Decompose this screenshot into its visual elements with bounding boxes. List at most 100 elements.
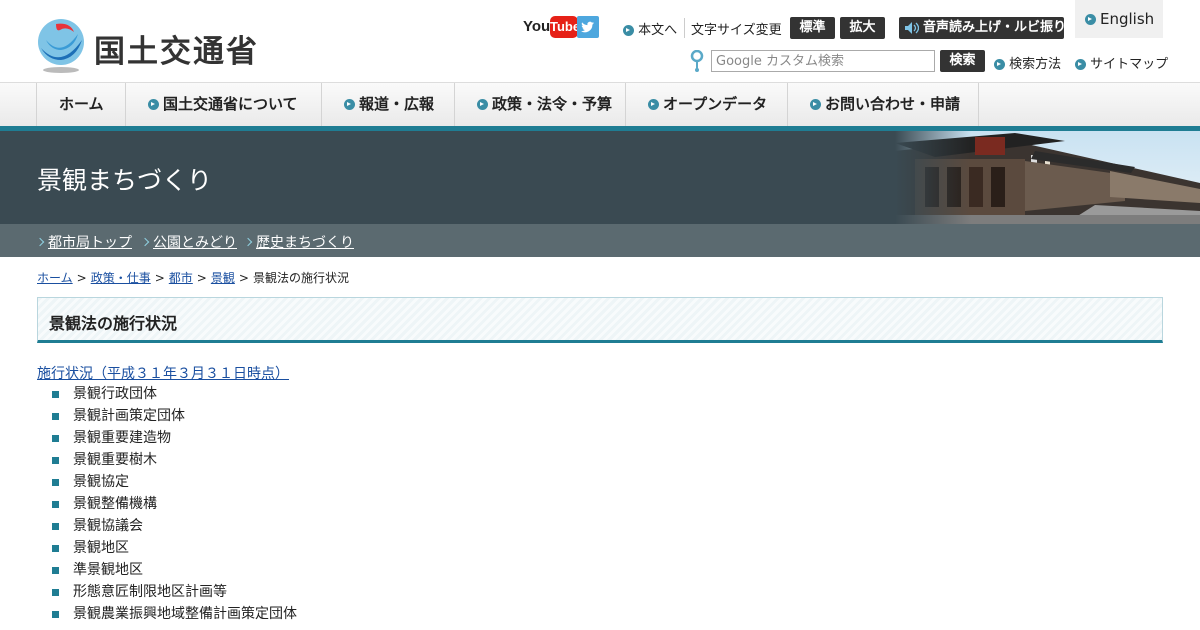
list-item-label: 景観計画策定団体 xyxy=(73,408,185,424)
chevron-right-icon xyxy=(243,237,253,247)
breadcrumb-current: 景観法の施行状況 xyxy=(252,271,349,285)
list-item: 景観計画策定団体 xyxy=(52,405,297,427)
square-bullet-icon xyxy=(52,457,59,464)
english-link[interactable]: English xyxy=(1075,0,1163,38)
skip-to-content-link[interactable]: 本文へ xyxy=(623,19,677,38)
arrow-circle-icon xyxy=(623,25,634,36)
list-item: 景観協定 xyxy=(52,471,297,493)
twitter-icon[interactable] xyxy=(577,16,599,38)
breadcrumb-separator: > xyxy=(196,271,207,285)
square-bullet-icon xyxy=(52,611,59,618)
search-help-link[interactable]: 検索方法 xyxy=(994,53,1061,72)
font-size-large-button[interactable]: 拡大 xyxy=(840,17,885,39)
page-title-box: 景観法の施行状況 xyxy=(37,297,1163,343)
list-item: 形態意匠制限地区計画等 xyxy=(52,581,297,603)
nav-item-press[interactable]: 報道・広報 xyxy=(321,83,454,126)
font-size-standard-button[interactable]: 標準 xyxy=(790,17,835,39)
breadcrumb-separator: > xyxy=(154,271,165,285)
square-bullet-icon xyxy=(52,567,59,574)
breadcrumb-separator: > xyxy=(76,271,87,285)
square-bullet-icon xyxy=(52,391,59,398)
arrow-circle-icon xyxy=(1075,59,1086,70)
square-bullet-icon xyxy=(52,589,59,596)
status-item-list: 景観行政団体 景観計画策定団体 景観重要建造物 景観重要樹木 景観協定 景観整備… xyxy=(52,383,297,625)
subnav-city-bureau-top[interactable]: 都市局トップ xyxy=(35,232,132,252)
list-item: 景観整備機構 xyxy=(52,493,297,515)
list-item-label: 景観整備機構 xyxy=(73,496,157,512)
subnav-label: 都市局トップ xyxy=(48,235,132,251)
list-item: 景観農業振興地域整備計画策定団体 xyxy=(52,603,297,625)
enforcement-status-link[interactable]: 施行状況（平成３１年３月３１日時点） xyxy=(37,363,289,383)
nav-item-home[interactable]: ホーム xyxy=(36,83,125,126)
logo-text: 国土交通省 xyxy=(94,34,259,70)
arrow-circle-icon xyxy=(148,99,159,110)
list-item-label: 景観重要樹木 xyxy=(73,452,157,468)
search-help-label: 検索方法 xyxy=(1009,57,1062,72)
voice-reading-label: 音声読み上げ・ルビ振り xyxy=(923,20,1067,35)
mlit-logo[interactable]: 国土交通省 xyxy=(36,18,266,74)
list-item-label: 景観協議会 xyxy=(73,518,143,534)
mlit-logo-mark-icon xyxy=(38,19,84,73)
subnav-historic-town[interactable]: 歴史まちづくり xyxy=(243,232,354,252)
list-item: 景観行政団体 xyxy=(52,383,297,405)
list-item: 景観地区 xyxy=(52,537,297,559)
voice-reading-button[interactable]: 音声読み上げ・ルビ振り xyxy=(899,17,1067,39)
site-header: 国土交通省 You Tube 本文へ 文字サイズ変更 標準 拡大 音声読み上げ・… xyxy=(0,0,1200,82)
nav-item-label: 国土交通省について xyxy=(163,95,298,113)
arrow-circle-icon xyxy=(810,99,821,110)
font-size-label: 文字サイズ変更 xyxy=(691,23,782,38)
list-item-label: 景観農業振興地域整備計画策定団体 xyxy=(73,606,297,622)
english-label: English xyxy=(1100,10,1155,28)
nav-item-label: 政策・法令・予算 xyxy=(492,95,613,113)
square-bullet-icon xyxy=(52,413,59,420)
list-item-label: 景観行政団体 xyxy=(73,386,157,402)
section-subnav: 都市局トップ 公園とみどり 歴史まちづくり xyxy=(0,224,1200,257)
search-button[interactable]: 検索 xyxy=(940,50,985,72)
nav-item-label: 報道・広報 xyxy=(359,95,435,113)
list-item-label: 景観協定 xyxy=(73,474,129,490)
list-item: 景観協議会 xyxy=(52,515,297,537)
youtube-you-text: You xyxy=(523,18,551,35)
square-bullet-icon xyxy=(52,435,59,442)
list-item-label: 景観重要建造物 xyxy=(73,430,171,446)
nav-item-policy[interactable]: 政策・法令・予算 xyxy=(454,83,625,126)
section-banner: 景観まちづくり xyxy=(0,131,1200,224)
nav-item-label: オープンデータ xyxy=(663,95,768,113)
square-bullet-icon xyxy=(52,523,59,530)
divider xyxy=(978,83,979,126)
subnav-label: 歴史まちづくり xyxy=(256,235,354,251)
list-item: 景観重要建造物 xyxy=(52,427,297,449)
speaker-icon xyxy=(905,22,919,34)
square-bullet-icon xyxy=(52,501,59,508)
youtube-tube-text: Tube xyxy=(550,16,580,38)
breadcrumb-link-landscape[interactable]: 景観 xyxy=(211,271,235,285)
sitemap-label: サイトマップ xyxy=(1090,57,1169,72)
breadcrumb-link-policy[interactable]: 政策・仕事 xyxy=(91,271,151,285)
nav-item-open-data[interactable]: オープンデータ xyxy=(625,83,787,126)
sitemap-link[interactable]: サイトマップ xyxy=(1075,53,1168,72)
breadcrumb: ホーム > 政策・仕事 > 都市 > 景観 > 景観法の施行状況 xyxy=(37,269,349,286)
list-item-label: 景観地区 xyxy=(73,540,129,556)
list-item: 景観重要樹木 xyxy=(52,449,297,471)
square-bullet-icon xyxy=(52,545,59,552)
list-item-label: 形態意匠制限地区計画等 xyxy=(73,584,227,600)
townscape-photo xyxy=(895,131,1200,224)
nav-item-label: お問い合わせ・申請 xyxy=(825,95,961,113)
nav-item-about[interactable]: 国土交通省について xyxy=(125,83,321,126)
global-nav: ホーム 国土交通省について 報道・広報 政策・法令・予算 オープンデータ お問い… xyxy=(0,82,1200,126)
breadcrumb-link-home[interactable]: ホーム xyxy=(37,271,73,285)
skip-to-content-label: 本文へ xyxy=(638,23,678,38)
subnav-label: 公園とみどり xyxy=(153,235,237,251)
breadcrumb-link-city[interactable]: 都市 xyxy=(169,271,193,285)
page-title: 景観法の施行状況 xyxy=(49,314,178,333)
search-input[interactable] xyxy=(711,50,935,72)
square-bullet-icon xyxy=(52,479,59,486)
location-pin-icon xyxy=(690,50,704,72)
arrow-circle-icon xyxy=(1085,14,1096,25)
arrow-circle-icon xyxy=(994,59,1005,70)
breadcrumb-separator: > xyxy=(238,271,249,285)
subnav-parks-green[interactable]: 公園とみどり xyxy=(140,232,237,252)
list-item: 準景観地区 xyxy=(52,559,297,581)
nav-item-contact[interactable]: お問い合わせ・申請 xyxy=(787,83,978,126)
divider xyxy=(684,18,685,38)
